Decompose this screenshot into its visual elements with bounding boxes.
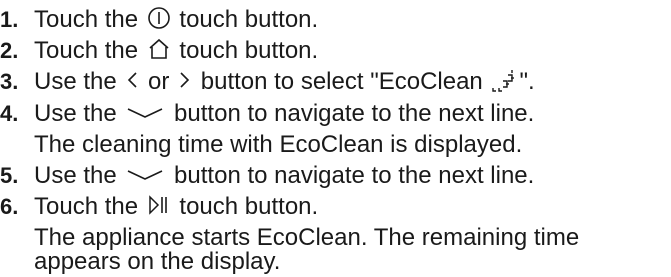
power-icon xyxy=(147,6,171,38)
step-text: Use the xyxy=(34,100,124,127)
step-text: button to navigate to the next line. xyxy=(167,162,535,189)
step-text: Use the xyxy=(34,162,124,189)
step-number: 1. xyxy=(0,7,19,32)
chevron-right-icon xyxy=(178,68,192,100)
chevron-down-icon xyxy=(125,100,165,132)
step-text: Touch the xyxy=(34,193,145,220)
step-text: Touch the xyxy=(34,37,145,64)
step-5: 5. Use the button to navigate to the next… xyxy=(0,160,534,191)
step-text: Touch the xyxy=(34,6,145,33)
step-text: button to select "EcoClean xyxy=(194,68,490,95)
eco-clean-icon xyxy=(491,68,517,100)
step-6: 6. Touch the touch button. xyxy=(0,191,318,222)
step-number: 2. xyxy=(0,38,19,63)
chevron-down-icon xyxy=(125,162,165,194)
step-2: 2. Touch the touch button. xyxy=(0,35,318,66)
step-number: 6. xyxy=(0,194,19,219)
step-4: 4. Use the button to navigate to the next… xyxy=(0,98,534,129)
instruction-steps: 1. Touch the touch button. 2. Touch the to… xyxy=(0,0,671,275)
step-text: Use the xyxy=(34,68,124,95)
play-pause-icon xyxy=(147,193,171,225)
step-4-result: The cleaning time with EcoClean is displ… xyxy=(34,131,523,158)
home-icon xyxy=(147,37,171,69)
step-number: 5. xyxy=(0,163,19,188)
step-1: 1. Touch the touch button. xyxy=(0,4,318,35)
step-3: 3. Use the or button to select "EcoClean … xyxy=(0,66,535,97)
step-text: touch button. xyxy=(172,37,319,64)
step-text: button to navigate to the next line. xyxy=(167,100,535,127)
step-number: 3. xyxy=(0,69,19,94)
chevron-left-icon xyxy=(125,68,139,100)
step-text: or xyxy=(141,68,177,95)
step-text: ". xyxy=(519,68,535,95)
step-text: touch button. xyxy=(172,193,319,220)
step-6-result: appears on the display. xyxy=(34,248,281,275)
step-text: touch button. xyxy=(172,6,319,33)
step-number: 4. xyxy=(0,101,19,126)
